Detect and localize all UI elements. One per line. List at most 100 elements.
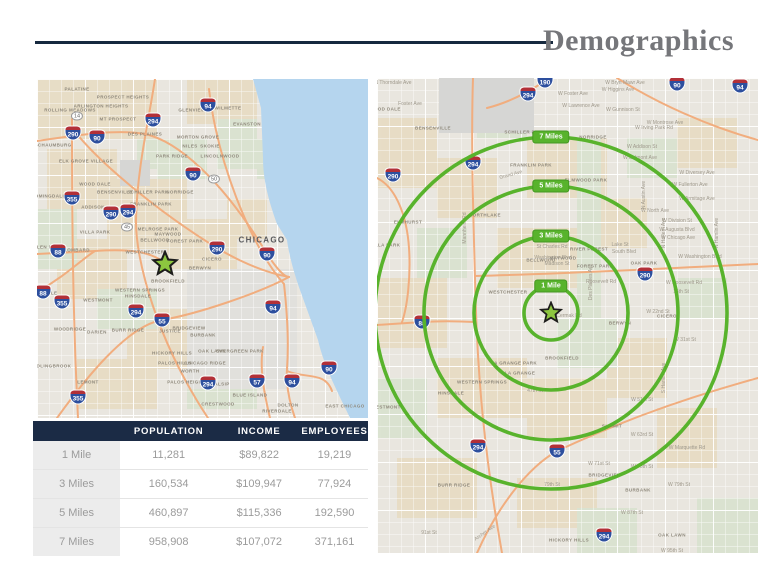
town-label: HINSDALE [438,391,464,396]
town-label: VILLA PARK [377,243,400,248]
label-cell: 3 Miles [33,470,120,499]
town-label: BURR RIDGE [438,483,471,488]
town-label: NORTHLAKE [469,213,501,218]
town-label: PARK RIDGE [156,154,188,159]
town-label: OAK PARK [631,261,658,266]
town-label: BLOOMINGDALE [37,194,66,199]
shield-number: 90 [325,367,332,375]
interstate-190-shield-icon: 190 [538,78,553,88]
town-label: BURR RIDGE [112,328,145,333]
shield-number: 290 [212,247,223,255]
street-label: W 75th St [631,464,653,470]
street-label: W Diversey Ave [679,170,714,176]
header-rule [35,41,553,44]
radius-ring-label: 3 Miles [532,230,569,243]
interstate-294-shield-icon: 294 [121,205,136,218]
street-label: Mannheim Rd [462,212,468,243]
street-label: Lake St [612,242,629,248]
shield-number: 290 [68,132,79,140]
table-body: 1 Mile11,281$89,82219,2193 Miles160,534$… [33,441,368,556]
radius-ring-label: 7 Miles [532,131,569,144]
town-label: OAK LAWN [658,533,686,538]
interstate-294-shield-icon: 294 [466,157,481,170]
town-label: PALATINE [64,87,89,92]
shield-number: 294 [523,93,534,101]
street-label: W 51st St [631,397,653,403]
interstate-294-shield-icon: 294 [129,305,144,318]
population-cell: 958,908 [120,528,217,557]
shield-number: 294 [599,534,610,542]
town-label: HICKORY HILLS [152,351,192,356]
street-label: W Lawrence Ave [562,103,599,109]
label-cell: 5 Miles [33,499,120,528]
shield-number: 90 [263,253,270,261]
demographics-table: POPULATIONINCOMEEMPLOYEES 1 Mile11,281$8… [33,421,368,556]
column-header [33,421,120,441]
town-label: BELLWOOD [140,238,169,243]
shield-number: 355 [67,197,78,205]
town-label: NORRIDGE [579,135,606,140]
city-label: CHICAGO [239,236,286,245]
route-marker: 14 [71,112,83,121]
street-label: South Blvd [612,249,636,255]
route-marker: 50 [208,175,220,184]
town-label: WESTERN SPRINGS [115,288,165,293]
label-cell: 1 Mile [33,441,120,470]
employees-cell: 192,590 [301,499,368,528]
shield-number: 290 [388,174,399,182]
town-label: RIVER FOREST [570,247,608,252]
street-label: Des Plaines Ave [588,264,594,300]
town-label: BOLINGBROOK [37,364,71,369]
shield-number: 55 [553,450,560,458]
town-label: EVERGREEN PARK [216,349,264,354]
town-label: ELMWOOD PARK [565,178,607,183]
interstate-294-shield-icon: 294 [597,529,612,542]
town-label: HICKORY HILLS [549,538,589,543]
shield-number: 90 [673,83,680,91]
demographics-page: Demographics [0,0,761,588]
interstate-355-shield-icon: 355 [71,391,86,404]
street-label: W Higgins Ave [602,87,634,93]
shield-number: 190 [540,80,551,88]
column-header: INCOME [217,421,301,441]
population-cell: 11,281 [120,441,217,470]
town-label: WOODRIDGE [54,327,86,332]
street-label: 79th St [544,482,560,488]
page-title: Demographics [543,24,734,58]
interstate-290-shield-icon: 290 [66,127,81,140]
shield-number: 57 [253,380,260,388]
town-label: FOREST PARK [577,264,613,269]
town-label: MAYWOOD [155,232,182,237]
town-label: NORRIDGE [166,190,193,195]
shield-number: 90 [189,173,196,181]
population-cell: 160,534 [120,470,217,499]
income-cell: $89,822 [217,441,301,470]
radius-ring-label: 1 Mile [534,280,567,293]
town-label: DARIEN [87,330,107,335]
street-label: W Marquette Rd [669,445,705,451]
town-label: CICERO [202,257,222,262]
town-label: WOOD DALE [377,107,401,112]
town-label: LEMONT [77,380,98,385]
town-label: BERWYN [189,266,211,271]
table-row: 1 Mile11,281$89,82219,219 [33,441,368,470]
town-label: LA GRANGE PARK [491,361,537,366]
shield-number: 88 [39,291,46,299]
town-label: ROLLING MEADOWS [44,108,96,113]
income-cell: $115,336 [217,499,301,528]
shield-number: 290 [640,273,651,281]
radius-map: WOOD DALEBENSENVILLESCHILLER PARKNORRIDG… [377,78,758,553]
town-label: SKOKIE [200,144,220,149]
street-label: W Washington Blvd [678,254,721,260]
street-label: St Charles Rd [536,244,567,250]
interstate-355-shield-icon: 355 [65,192,80,205]
shield-number: 355 [57,301,68,309]
town-label: BROOKFIELD [151,279,185,284]
table-row: 7 Miles958,908$107,072371,161 [33,528,368,557]
shield-number: 290 [106,212,117,220]
employees-cell: 19,219 [301,441,368,470]
street-label: 47th St [527,388,543,394]
street-label: N Hamlin Ave [714,218,720,248]
town-label: BRIDGEVIEW [172,326,205,331]
town-label: CHICAGO RIDGE [184,361,226,366]
